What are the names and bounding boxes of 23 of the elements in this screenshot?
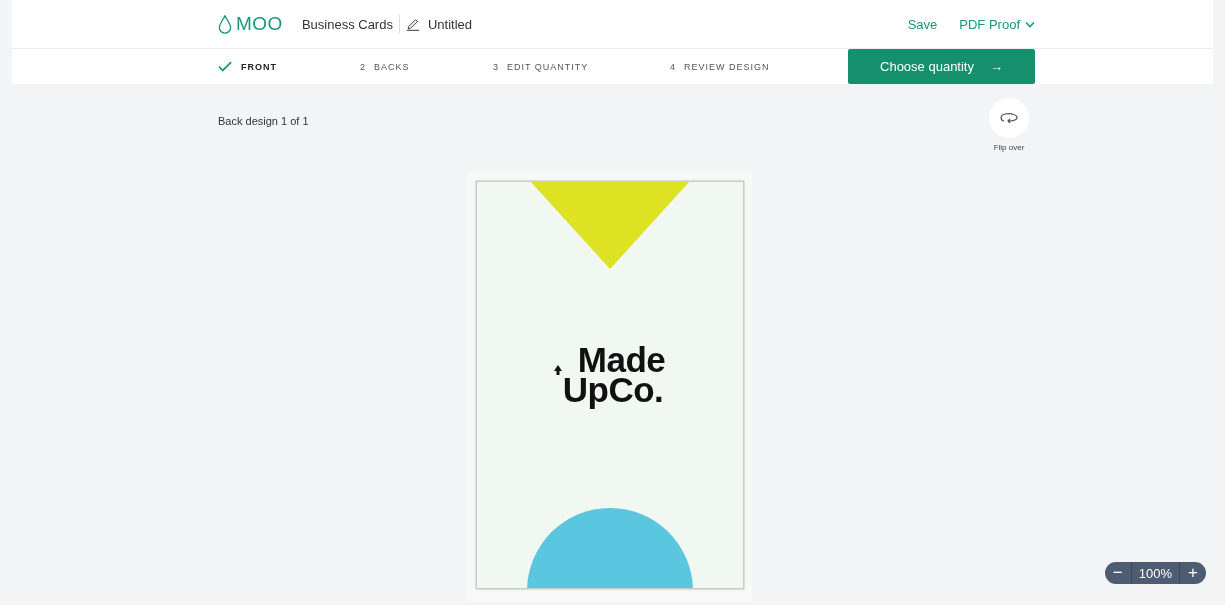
choose-quantity-button[interactable]: Choose quantity → [848, 49, 1035, 84]
chevron-down-icon [1025, 20, 1035, 28]
logo-text: Made [577, 345, 666, 375]
arrow-up-icon [553, 365, 562, 375]
design-label: Back design 1 of 1 [218, 115, 309, 127]
flip-button[interactable] [989, 98, 1029, 138]
check-icon [218, 61, 232, 72]
brand-logo[interactable]: MOO [236, 13, 283, 35]
step-tab[interactable]: FRONT [218, 61, 360, 72]
zoom-out-button[interactable]: − [1104, 562, 1131, 584]
step-tab[interactable]: 4 REVIEW DESIGN [670, 61, 812, 72]
zoom-level: 100% [1130, 562, 1180, 584]
product-name: Business Cards [301, 16, 393, 32]
document-title[interactable]: Untitled [427, 16, 472, 32]
step-tab[interactable]: 2 BACKS [360, 61, 493, 72]
droplet-icon [218, 14, 232, 34]
pdf-proof-dropdown[interactable]: PDF Proof [959, 16, 1035, 32]
zoom-in-button[interactable]: + [1180, 562, 1206, 584]
flip-label: Flip over [993, 143, 1025, 152]
step-tab[interactable]: 3 EDIT QUANTITY [493, 61, 670, 72]
save-link[interactable]: Save [907, 16, 938, 32]
rotate-icon [999, 111, 1019, 125]
pencil-icon[interactable] [405, 17, 420, 31]
